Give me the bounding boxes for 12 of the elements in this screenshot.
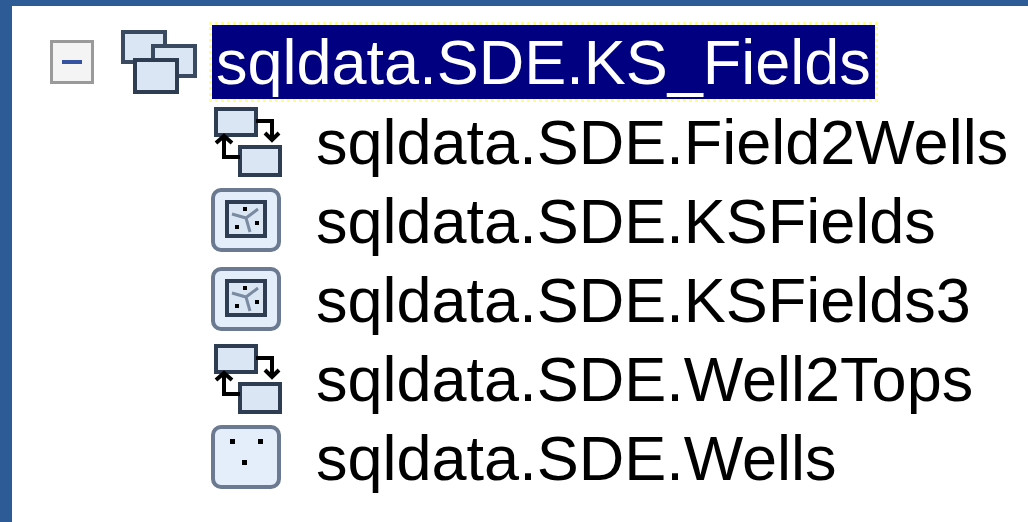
tree-item-label[interactable]: sqldata.SDE.KSFields3 [312, 262, 975, 337]
minus-icon [62, 60, 82, 64]
tree-item-label[interactable]: sqldata.SDE.Wells [312, 420, 841, 495]
collapse-button[interactable] [50, 40, 94, 84]
tree-item-label[interactable]: sqldata.SDE.KS_Fields [212, 25, 875, 99]
point-layer-icon [210, 423, 282, 492]
tree-item-label[interactable]: sqldata.SDE.KSFields [312, 183, 940, 258]
tree-item-label[interactable]: sqldata.SDE.Well2Tops [312, 341, 978, 416]
tree-item-label[interactable]: sqldata.SDE.Field2Wells [312, 104, 1013, 179]
polygon-layer-icon [210, 186, 282, 255]
polygon-layer-icon [210, 265, 282, 334]
stacked-windows-icon [120, 29, 198, 95]
